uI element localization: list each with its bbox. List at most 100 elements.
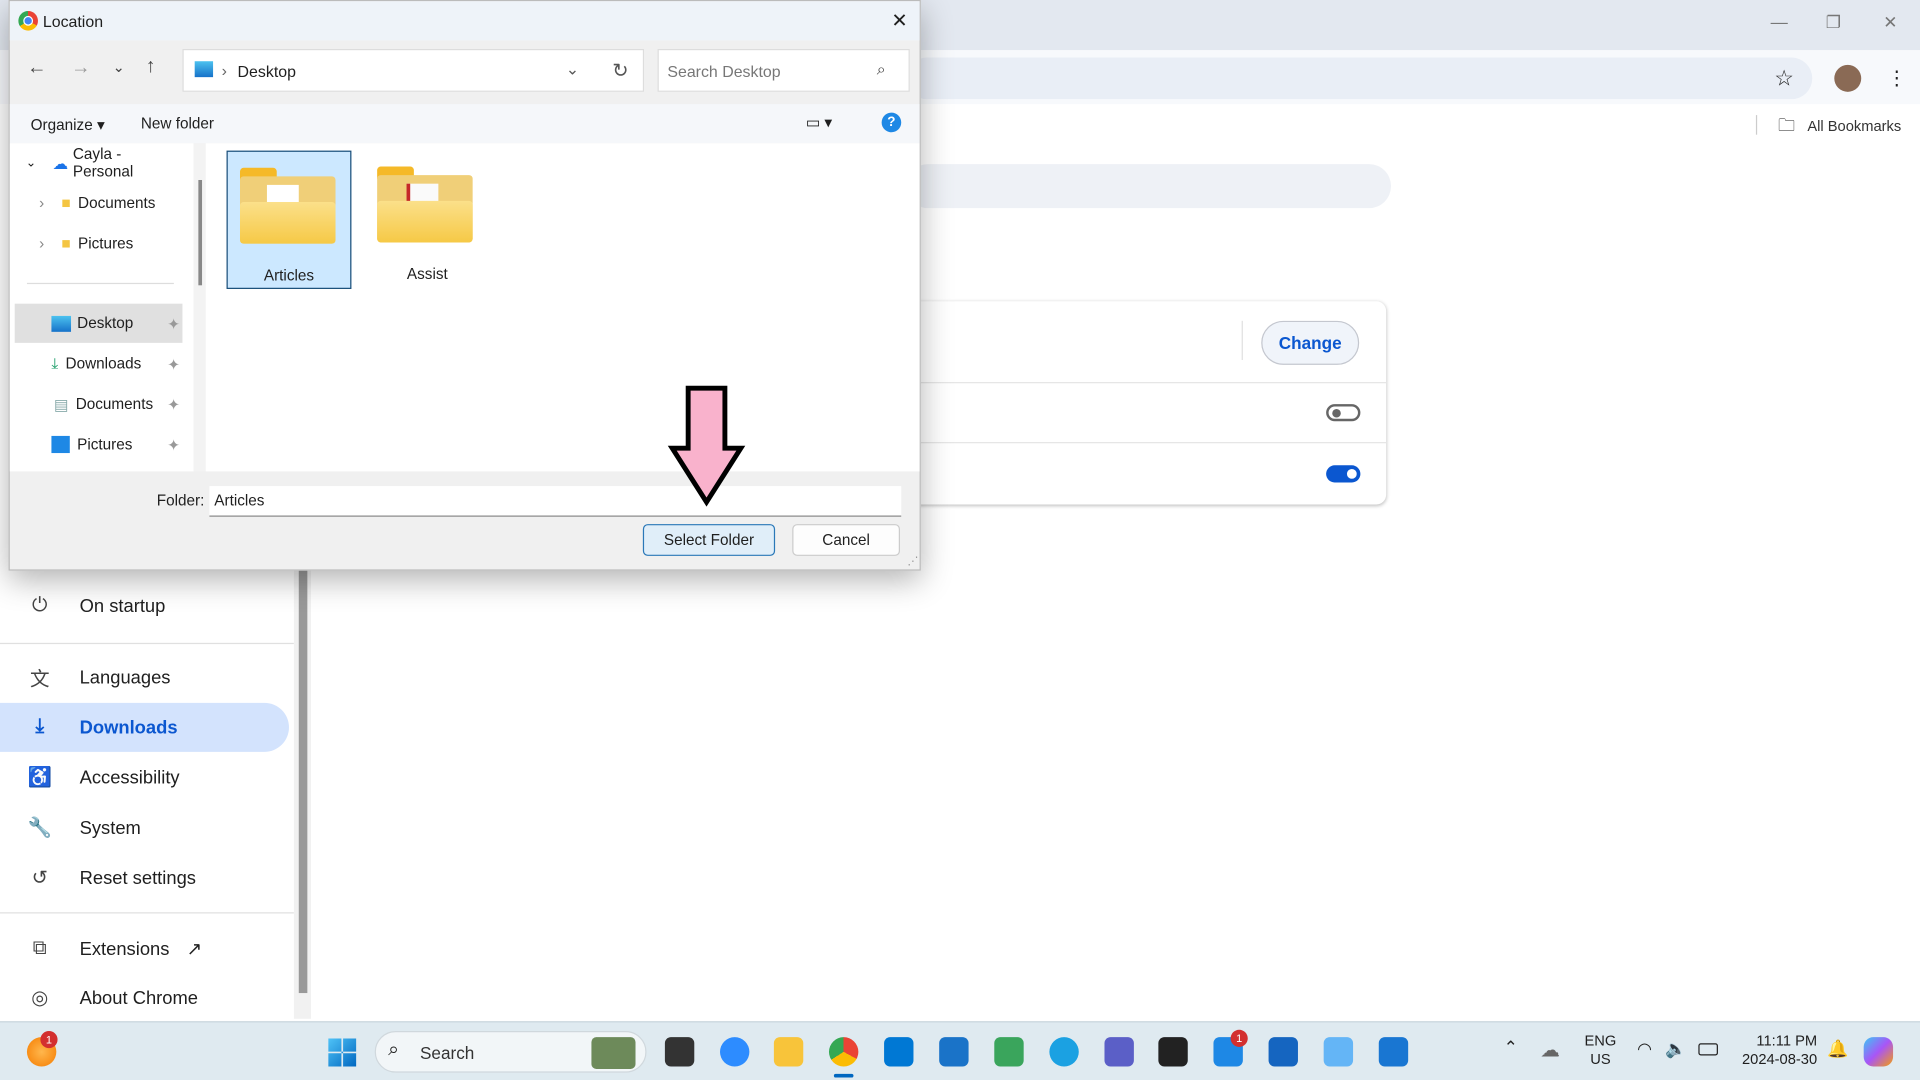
reset-icon: ↺	[31, 868, 49, 889]
search-icon: ⌕	[876, 60, 886, 79]
pictures-icon	[51, 435, 70, 454]
edge-icon[interactable]	[1049, 1037, 1079, 1067]
tree-pictures[interactable]: › ■ Pictures	[10, 227, 184, 261]
quick-desktop[interactable]: Desktop ✦	[14, 303, 183, 343]
file-explorer-icon[interactable]	[773, 1037, 804, 1067]
pin-icon: ✦	[167, 396, 181, 414]
view-options-icon[interactable]: ▭ ▾	[806, 113, 832, 131]
volume-icon[interactable]: 🔈	[1665, 1038, 1686, 1059]
snipping-icon[interactable]	[1378, 1037, 1409, 1067]
desktop-icon	[194, 61, 214, 78]
profile-avatar[interactable]	[1834, 64, 1862, 92]
download-icon: ⤓	[35, 716, 45, 738]
nav-downloads[interactable]: ⤓ Downloads	[0, 702, 289, 752]
breadcrumb-desktop[interactable]: Desktop	[238, 62, 296, 80]
search-icon: ⌕	[388, 1039, 400, 1061]
resize-grip[interactable]: ⋰	[907, 555, 918, 568]
nav-reset-settings[interactable]: ↺ Reset settings	[0, 853, 289, 902]
tree-onedrive[interactable]: ⌄ ☁ Cayla - Personal	[10, 146, 184, 180]
nav-system[interactable]: 🔧 System	[0, 803, 289, 852]
toggle-show-downloads[interactable]	[1326, 465, 1361, 483]
recent-locations-button[interactable]: ⌄	[113, 59, 125, 76]
nox-icon[interactable]	[1158, 1037, 1188, 1067]
new-folder-button[interactable]: New folder	[141, 115, 214, 132]
folder-icon	[240, 167, 336, 244]
nav-scrollbar[interactable]	[193, 143, 206, 472]
menu-icon[interactable]: ⋮	[1887, 66, 1907, 90]
copilot-icon[interactable]	[1863, 1037, 1894, 1067]
toggle-ask-where-to-save[interactable]	[1326, 404, 1361, 422]
pink-arrow-annotation	[667, 385, 746, 507]
restore-button[interactable]: ❐	[1826, 12, 1841, 33]
refresh-icon[interactable]: ↻	[612, 59, 628, 83]
tree-documents[interactable]: › ■ Documents	[10, 186, 184, 220]
search-highlight-image	[591, 1037, 636, 1069]
nav-about-chrome[interactable]: ◎ About Chrome	[0, 973, 289, 1022]
taskbar-search[interactable]: ⌕ Search	[374, 1031, 647, 1073]
notification-badge: 1	[40, 1031, 58, 1049]
folder-icon: ■	[61, 194, 71, 212]
up-button[interactable]: ↑	[146, 56, 156, 78]
external-link-icon: ↗	[186, 939, 202, 961]
power-icon: ⏻	[32, 595, 48, 616]
all-bookmarks-link[interactable]: All Bookmarks	[1807, 118, 1901, 135]
location-dialog: Location ✕ ← → ⌄ ↑ › Desktop ⌄ ↻ Search …	[8, 0, 921, 571]
sidebar-scrollbar[interactable]	[293, 570, 312, 1019]
folder-item-articles[interactable]: Articles	[226, 150, 352, 289]
quick-downloads[interactable]: ⤓ Downloads ✦	[15, 347, 183, 381]
app-badge: 1	[1230, 1029, 1248, 1047]
minimize-button[interactable]: —	[1771, 12, 1788, 32]
battery-icon[interactable]	[1698, 1043, 1718, 1056]
nav-on-startup[interactable]: ⏻ On startup	[0, 582, 289, 631]
start-button[interactable]	[328, 1038, 357, 1067]
show-hidden-icons[interactable]: ⌃	[1504, 1037, 1518, 1058]
nav-languages[interactable]: 文 Languages	[0, 653, 289, 702]
pin-icon: ✦	[167, 436, 181, 454]
folder-input[interactable]: Articles	[209, 486, 902, 517]
chrome-logo-icon	[18, 11, 38, 31]
help-icon[interactable]: ?	[881, 112, 902, 133]
settings-sidebar: ⏻ On startup 文 Languages ⤓ Downloads ♿ Acces…	[0, 575, 294, 1022]
teams-icon[interactable]	[1104, 1037, 1134, 1067]
back-button[interactable]: ←	[27, 58, 47, 80]
store-icon[interactable]	[884, 1037, 914, 1067]
nav-accessibility[interactable]: ♿ Accessibility	[0, 753, 289, 802]
bookmark-star-icon[interactable]: ☆	[1774, 66, 1794, 92]
forward-button[interactable]: →	[71, 58, 91, 80]
onedrive-warning-icon[interactable]: ☁	[1540, 1038, 1560, 1062]
select-folder-button[interactable]: Select Folder	[642, 524, 776, 556]
notifications-bell-icon[interactable]: 🔔	[1827, 1038, 1848, 1059]
settings-search[interactable]	[906, 164, 1392, 209]
pin-icon: ✦	[167, 355, 181, 373]
dialog-close-button[interactable]: ✕	[891, 9, 907, 33]
outlook-icon[interactable]	[939, 1037, 969, 1067]
photos-icon[interactable]	[994, 1037, 1024, 1067]
zoom-app-icon[interactable]	[720, 1037, 750, 1067]
paint-icon[interactable]	[1323, 1037, 1354, 1067]
breadcrumb-chevron-icon: ›	[221, 61, 227, 80]
desktop-icon	[51, 315, 72, 332]
download-icon: ⤓	[51, 354, 59, 372]
chrome-app-icon[interactable]	[828, 1037, 859, 1067]
nav-extensions[interactable]: ⧉ Extensions ↗	[0, 924, 289, 973]
address-field[interactable]: › Desktop ⌄ ↻	[182, 48, 645, 92]
task-view-icon[interactable]	[664, 1037, 695, 1067]
clock[interactable]: 11:11 PM 2024-08-30	[1734, 1032, 1817, 1069]
cancel-button[interactable]: Cancel	[792, 524, 901, 556]
address-bar[interactable]	[906, 57, 1813, 100]
folder-item-assist[interactable]: Assist	[365, 151, 490, 289]
quick-pictures[interactable]: Pictures ✦	[15, 427, 183, 461]
cloud-icon: ☁	[52, 154, 68, 173]
change-location-button[interactable]: Change	[1261, 320, 1360, 365]
organize-menu[interactable]: Organize ▾	[31, 115, 105, 133]
search-desktop-input[interactable]: Search Desktop ⌕	[657, 48, 910, 92]
quick-documents[interactable]: ▤ Documents ✦	[15, 387, 183, 421]
dialog-titlebar: Location ✕	[9, 1, 920, 41]
file-list: Articles Assist	[205, 143, 920, 472]
address-dropdown-icon[interactable]: ⌄	[566, 60, 579, 80]
language-indicator[interactable]: ENG US	[1584, 1032, 1616, 1069]
navigation-pane: ⌄ ☁ Cayla - Personal › ■ Documents › ■ Picture…	[9, 143, 194, 472]
close-window-button[interactable]: ✕	[1883, 12, 1897, 33]
wifi-icon[interactable]: ◠	[1637, 1038, 1652, 1059]
notepad-icon[interactable]	[1268, 1037, 1298, 1067]
